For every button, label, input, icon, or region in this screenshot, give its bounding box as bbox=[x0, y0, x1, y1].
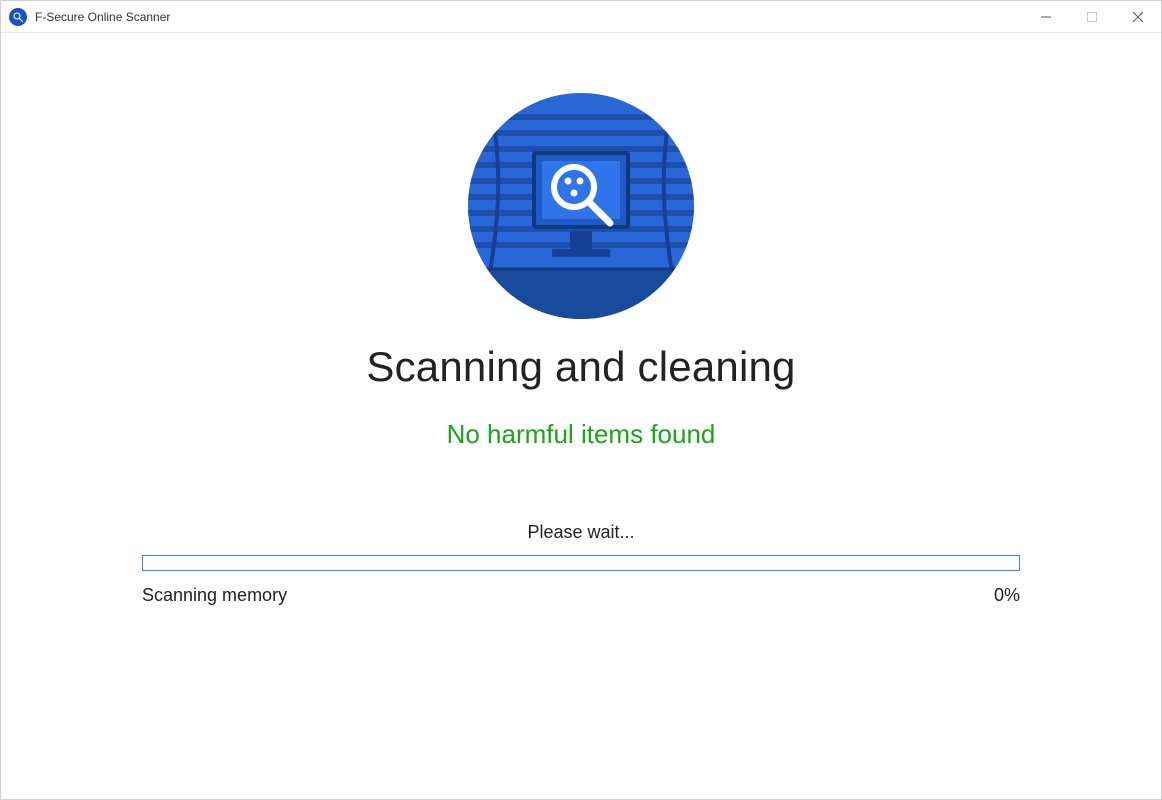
current-task-label: Scanning memory bbox=[142, 585, 287, 606]
scanning-illustration-icon bbox=[468, 93, 694, 319]
wait-text: Please wait... bbox=[527, 522, 634, 543]
content-area: Scanning and cleaning No harmful items f… bbox=[1, 33, 1161, 799]
progress-percent-label: 0% bbox=[994, 585, 1020, 606]
close-button[interactable] bbox=[1115, 1, 1161, 32]
window-controls bbox=[1023, 1, 1161, 32]
maximize-button bbox=[1069, 1, 1115, 32]
titlebar: F-Secure Online Scanner bbox=[1, 1, 1161, 33]
app-logo-icon bbox=[9, 8, 27, 26]
scan-status-text: No harmful items found bbox=[447, 419, 716, 450]
page-heading: Scanning and cleaning bbox=[366, 343, 795, 391]
minimize-button[interactable] bbox=[1023, 1, 1069, 32]
app-window: F-Secure Online Scanner bbox=[0, 0, 1162, 800]
window-title: F-Secure Online Scanner bbox=[35, 10, 170, 24]
progress-section: Scanning memory 0% bbox=[142, 555, 1020, 606]
progress-bar bbox=[142, 555, 1020, 571]
